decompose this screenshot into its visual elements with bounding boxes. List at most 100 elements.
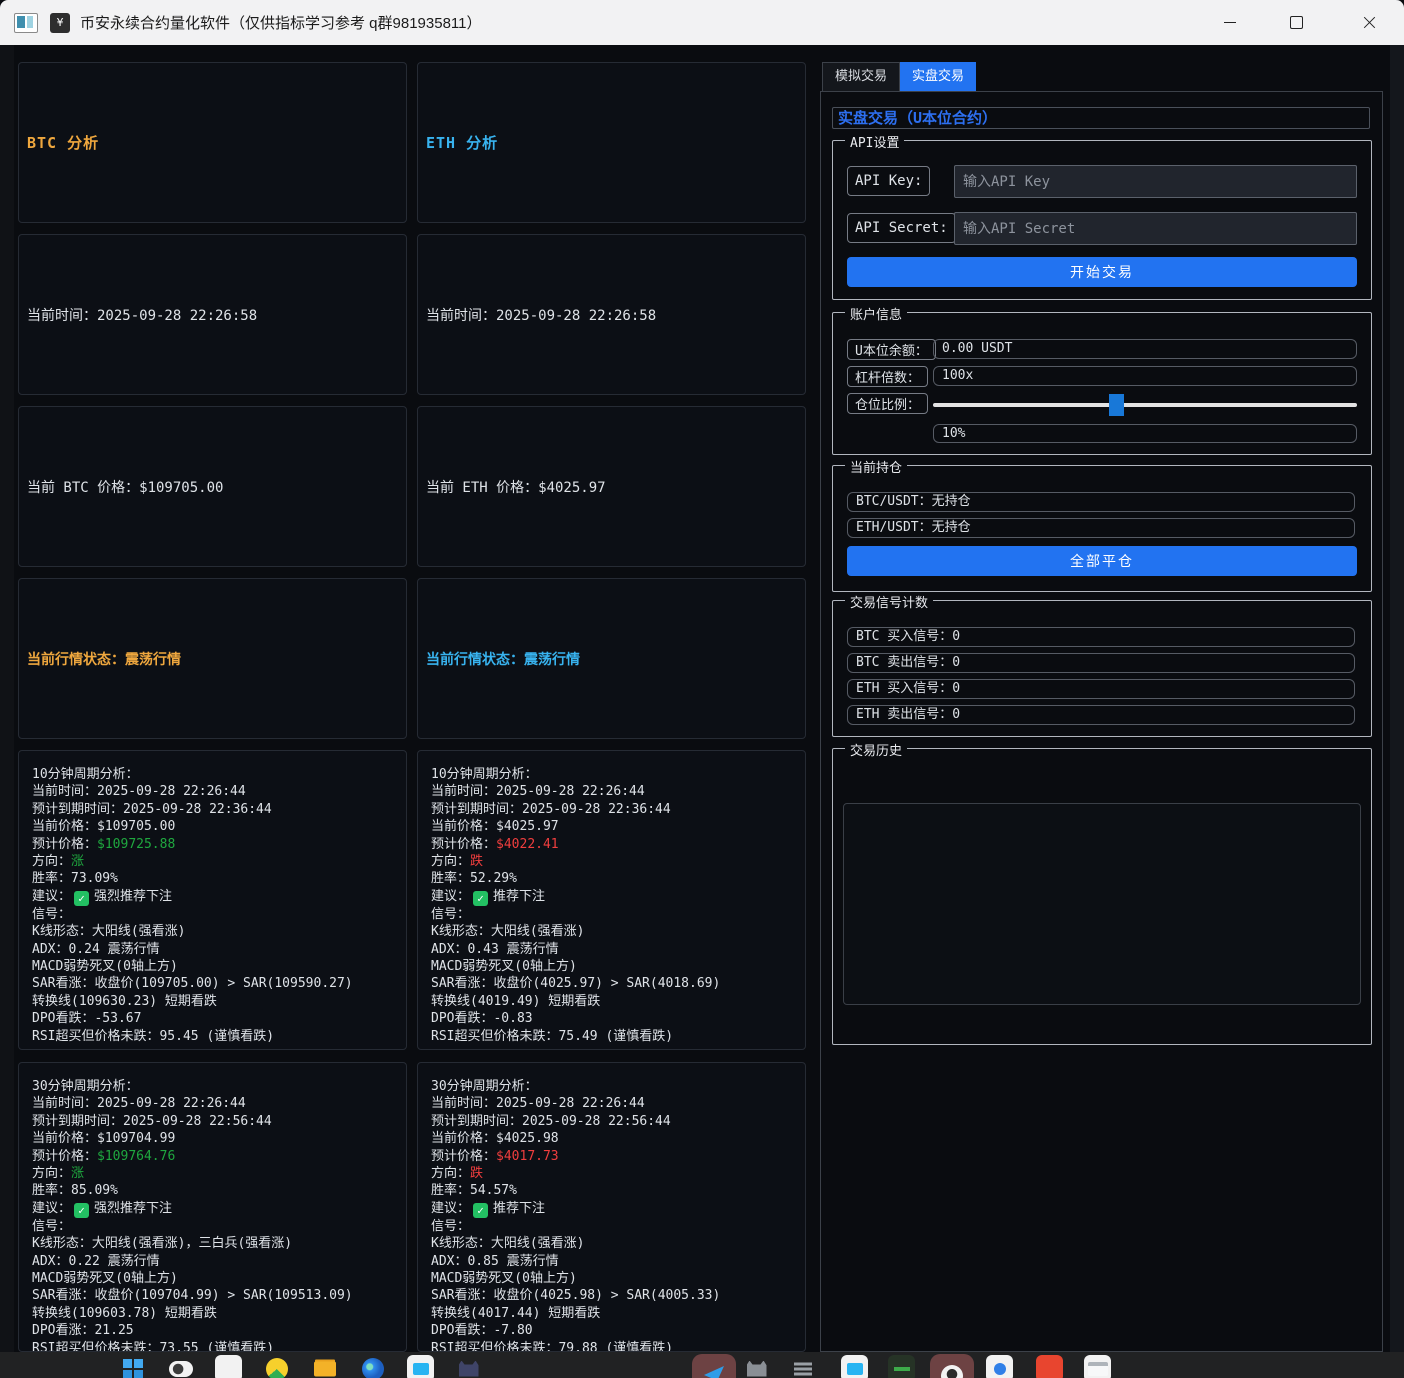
- analysis-time: 当前时间：2025-09-28 22:26:44: [431, 1095, 792, 1112]
- leverage-value: 100x: [933, 366, 1357, 386]
- btc-heading: BTC 分析: [27, 132, 99, 153]
- pie-chart-app-icon[interactable]: [263, 1355, 290, 1378]
- window-app-icon[interactable]: [1084, 1355, 1111, 1378]
- signal-line: RSI超买但价格未跌：73.55 (谨慎看跌): [32, 1340, 393, 1352]
- cat-app-icon-glyph: [459, 1361, 479, 1377]
- tab-live-trading[interactable]: 实盘交易: [900, 62, 976, 92]
- signal-list: K线形态：大阳线(强看涨)，三白兵(强看涨)ADX：0.22 震荡行情MACD弱…: [32, 1235, 393, 1352]
- green-app-icon[interactable]: [888, 1355, 915, 1378]
- signal-line: ADX：0.43 震荡行情: [431, 941, 792, 958]
- signal-line: SAR看涨：收盘价(4025.98) > SAR(4005.33): [431, 1287, 792, 1304]
- minimize-icon: [1224, 22, 1236, 23]
- signal-line: DPO看涨：21.25: [32, 1322, 393, 1339]
- signal-list: K线形态：大阳线(强看涨)ADX：0.24 震荡行情MACD弱势死叉(0轴上方)…: [32, 923, 393, 1045]
- start-trading-button[interactable]: 开始交易: [847, 257, 1357, 287]
- api-secret-label: API Secret:: [847, 213, 956, 243]
- eth-30min-analysis-panel: 30分钟周期分析： 当前时间：2025-09-28 22:26:44 预计到期时…: [417, 1062, 806, 1352]
- notes-app-icon[interactable]: [215, 1355, 242, 1378]
- check-icon: [74, 891, 89, 906]
- edge-browser-icon[interactable]: [359, 1355, 386, 1378]
- cat-app-icon[interactable]: [455, 1355, 482, 1378]
- file-explorer-icon-glyph: [314, 1361, 336, 1376]
- window-right-edge: [1390, 45, 1404, 1352]
- signal-line: DPO看跌：-7.80: [431, 1322, 792, 1339]
- signal-line: 转换线(4017.44) 短期看跌: [431, 1305, 792, 1322]
- analysis-title: 30分钟周期分析：: [32, 1078, 393, 1095]
- btc-time-panel: 当前时间：2025-09-28 22:26:58: [18, 234, 407, 395]
- eth-market-state: 当前行情状态：震荡行情: [426, 649, 580, 669]
- media-app-icon[interactable]: [841, 1355, 868, 1378]
- windows-start-icon[interactable]: [119, 1355, 146, 1378]
- pane-title: 实盘交易（U本位合约）: [832, 107, 1370, 129]
- analysis-winrate: 胜率：85.09%: [32, 1182, 393, 1199]
- github-app-icon[interactable]: [743, 1355, 770, 1378]
- analysis-advice: 建议：强烈推荐下注: [32, 1200, 393, 1218]
- signals-title: 信号：: [431, 906, 792, 923]
- analysis-advice: 建议：推荐下注: [431, 888, 792, 906]
- analysis-direction: 方向：跌: [431, 1165, 792, 1182]
- analysis-expire: 预计到期时间：2025-09-28 22:36:44: [32, 801, 393, 818]
- signal-line: K线形态：大阳线(强看涨): [32, 923, 393, 940]
- analysis-price: 当前价格：$4025.97: [431, 818, 792, 835]
- signal-line: K线形态：大阳线(强看涨)，三白兵(强看涨): [32, 1235, 393, 1252]
- api-group-title: API设置: [845, 132, 904, 151]
- tab-simulated-trading[interactable]: 模拟交易: [822, 62, 900, 92]
- analysis-time: 当前时间：2025-09-28 22:26:44: [431, 783, 792, 800]
- btc-current-time: 当前时间：2025-09-28 22:26:58: [27, 305, 257, 325]
- position-row: ETH/USDT：无持仓: [847, 518, 1355, 538]
- window-app-icon-glyph: [1088, 1362, 1108, 1376]
- signals-title: 信号：: [32, 1218, 393, 1235]
- slider-track[interactable]: [933, 403, 1357, 407]
- api-secret-input[interactable]: [954, 212, 1357, 245]
- direction-value: 跌: [470, 854, 483, 869]
- predict-value: $4017.73: [496, 1149, 559, 1164]
- toolbox-app-icon[interactable]: [407, 1355, 434, 1378]
- signal-line: K线形态：大阳线(强看涨): [431, 923, 792, 940]
- avatar-app-tile-icon[interactable]: [930, 1354, 974, 1378]
- history-group-title: 交易历史: [845, 740, 907, 759]
- list-app-icon[interactable]: [789, 1355, 816, 1378]
- analysis-time: 当前时间：2025-09-28 22:26:44: [32, 783, 393, 800]
- signals-group-title: 交易信号计数: [845, 592, 933, 611]
- signal-line: 转换线(109603.78) 短期看跌: [32, 1305, 393, 1322]
- analysis-title: 10分钟周期分析：: [431, 766, 792, 783]
- trade-mode-tabs: 模拟交易 实盘交易: [822, 62, 976, 92]
- telegram-app-tile-icon-glyph: [704, 1366, 724, 1378]
- minimize-button[interactable]: [1207, 0, 1252, 45]
- direction-value: 涨: [71, 854, 84, 869]
- positions-group-title: 当前持仓: [845, 457, 907, 476]
- api-key-input[interactable]: [954, 165, 1357, 198]
- red-app-icon[interactable]: [1036, 1355, 1063, 1378]
- eth-column: ETH 分析 当前时间：2025-09-28 22:26:58 当前 ETH 价…: [417, 62, 806, 1352]
- live-trading-pane: 实盘交易（U本位合约） API设置 API Key: API Secret: 开…: [820, 91, 1383, 1352]
- position-ratio-slider[interactable]: [933, 393, 1357, 417]
- analysis-expire: 预计到期时间：2025-09-28 22:56:44: [431, 1113, 792, 1130]
- signal-list: K线形态：大阳线(强看涨)ADX：0.43 震荡行情MACD弱势死叉(0轴上方)…: [431, 923, 792, 1045]
- analysis-expire: 预计到期时间：2025-09-28 22:56:44: [32, 1113, 393, 1130]
- close-all-positions-button[interactable]: 全部平仓: [847, 546, 1357, 576]
- search-icon[interactable]: [167, 1355, 194, 1378]
- chat-app-icon[interactable]: [986, 1355, 1013, 1378]
- telegram-app-tile-icon[interactable]: [692, 1354, 736, 1378]
- signal-line: K线形态：大阳线(强看涨): [431, 1235, 792, 1252]
- close-button[interactable]: [1347, 0, 1392, 45]
- signal-line: MACD弱势死叉(0轴上方): [32, 1270, 393, 1287]
- slider-handle[interactable]: [1109, 394, 1124, 416]
- btc-heading-panel: BTC 分析: [18, 62, 407, 223]
- app-window: 币安永续合约量化软件（仅供指标学习参考 q群981935811） BTC 分析 …: [0, 0, 1404, 1378]
- signals-title: 信号：: [32, 906, 393, 923]
- signal-counts-list: BTC 买入信号：0BTC 卖出信号：0ETH 买入信号：0ETH 卖出信号：0: [847, 627, 1355, 731]
- predict-value: $109725.88: [97, 837, 175, 852]
- direction-value: 涨: [71, 1166, 84, 1181]
- signal-line: RSI超买但价格未跌：75.49 (谨慎看跌): [431, 1028, 792, 1045]
- maximize-button[interactable]: [1274, 0, 1319, 45]
- close-icon: [1363, 16, 1376, 29]
- signal-line: MACD弱势死叉(0轴上方): [431, 1270, 792, 1287]
- file-explorer-icon[interactable]: [311, 1355, 338, 1378]
- signal-count-row: ETH 卖出信号：0: [847, 705, 1355, 725]
- analysis-winrate: 胜率：52.29%: [431, 870, 792, 887]
- btc-current-price: 当前 BTC 价格：$109705.00: [27, 477, 223, 497]
- check-icon: [473, 1203, 488, 1218]
- analysis-price: 当前价格：$109705.00: [32, 818, 393, 835]
- analysis-advice: 建议：推荐下注: [431, 1200, 792, 1218]
